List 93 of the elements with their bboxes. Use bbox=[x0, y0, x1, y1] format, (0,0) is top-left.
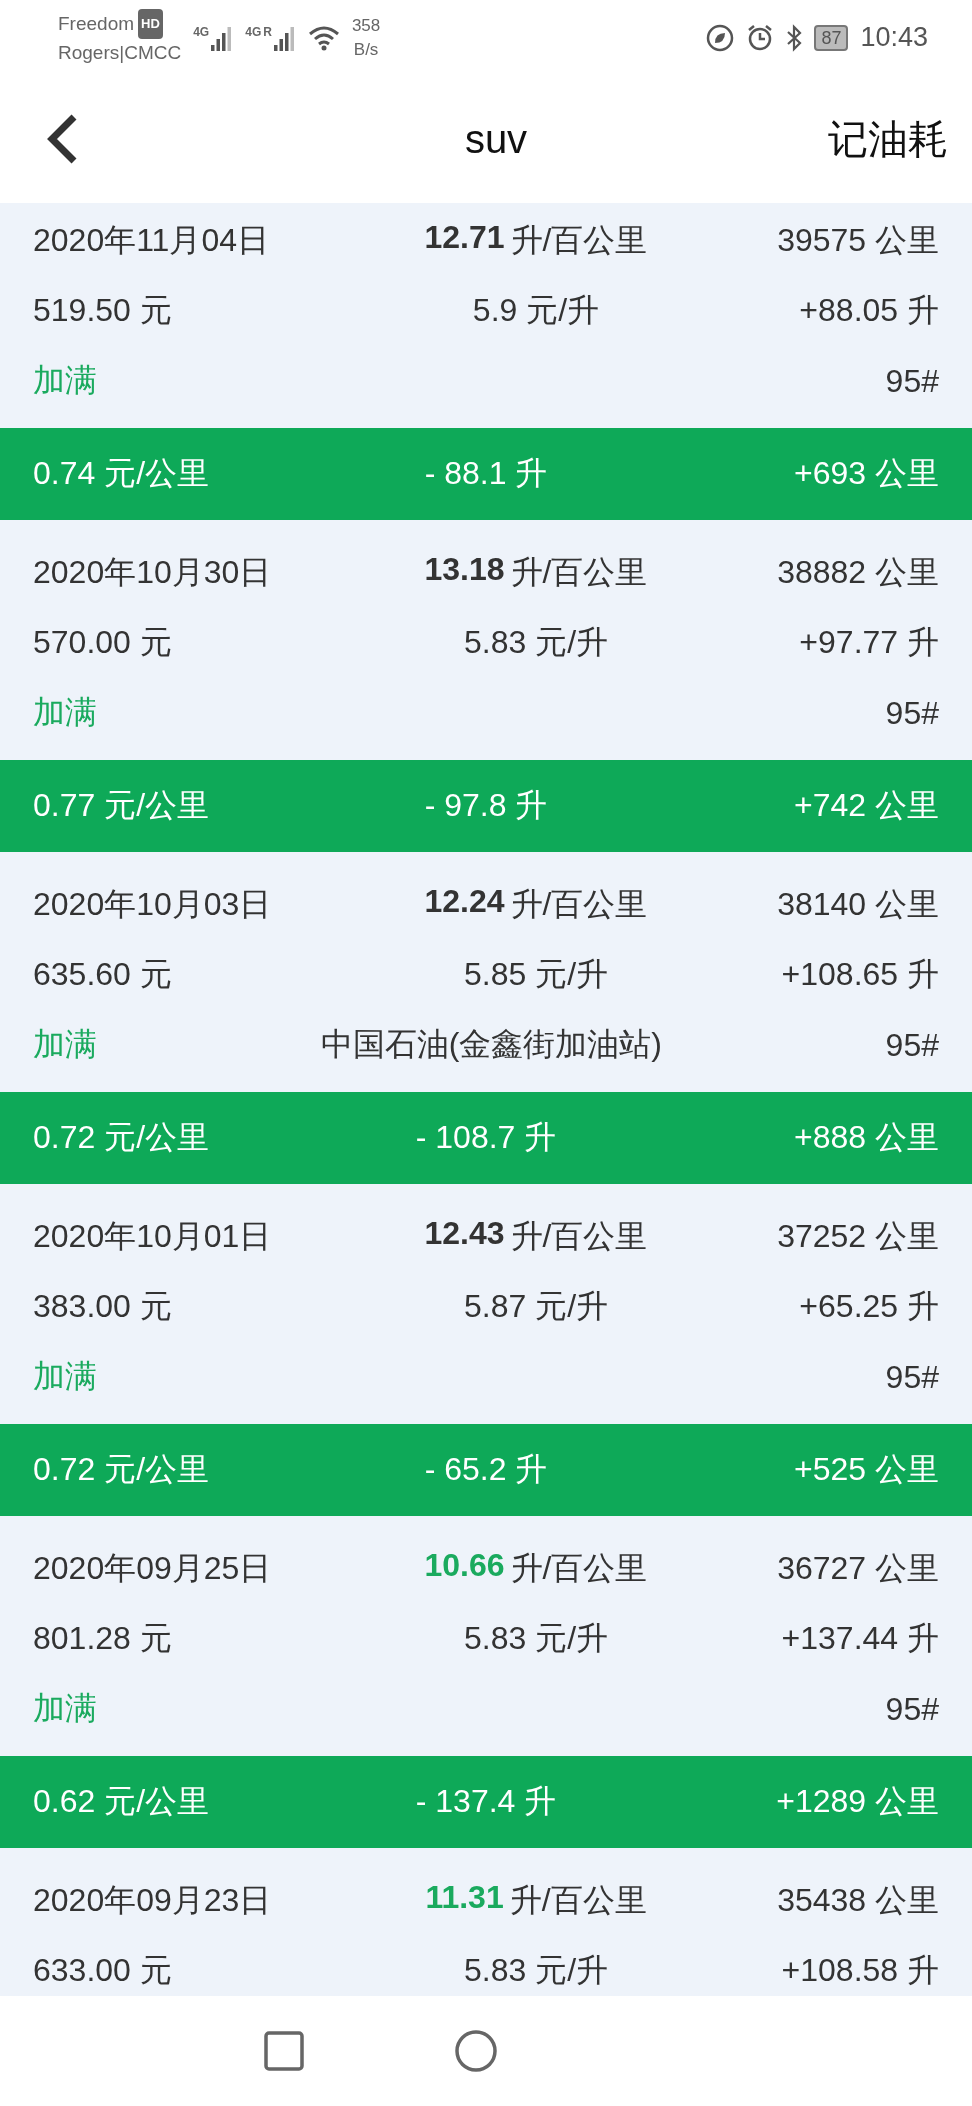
price-text: 5.9 元/升 bbox=[472, 291, 600, 330]
cost-per-km: 0.62 元/公里 bbox=[33, 1782, 210, 1821]
fuel-grade: 95# bbox=[885, 694, 939, 732]
consumption-value: 10.66 bbox=[424, 1547, 505, 1585]
distance-text: +525 公里 bbox=[794, 1450, 939, 1489]
consumption-unit: 升/百公里 bbox=[510, 885, 648, 924]
clock-time: 10:43 bbox=[860, 22, 928, 53]
bluetooth-icon bbox=[786, 23, 803, 52]
hd-badge: HD bbox=[138, 8, 163, 39]
record-date: 2020年10月30日 bbox=[33, 553, 272, 592]
fuel-used: - 88.1 升 bbox=[424, 454, 548, 493]
record-card[interactable]: 2020年10月03日 12.24 升/百公里 38140 公里 635.60 元 5.85 元/升 +108.65 升 加满 中国石油(金鑫街加油站) 95# bbox=[0, 852, 972, 1092]
distance-text: +1289 公里 bbox=[776, 1782, 939, 1821]
consumption-unit: 升/百公里 bbox=[509, 1881, 647, 1920]
consumption-value: 12.71 bbox=[424, 219, 505, 257]
distance-text: +888 公里 bbox=[794, 1118, 939, 1157]
consumption-value: 13.18 bbox=[424, 551, 505, 589]
volume-text: +137.44 升 bbox=[781, 1619, 939, 1658]
fuel-used: - 65.2 升 bbox=[424, 1450, 548, 1489]
cost-per-km: 0.72 元/公里 bbox=[33, 1450, 210, 1489]
price-text: 5.83 元/升 bbox=[463, 623, 609, 662]
odometer-text: 36727 公里 bbox=[777, 1549, 939, 1588]
price-text: 5.83 元/升 bbox=[463, 1619, 609, 1658]
fuel-grade: 95# bbox=[885, 362, 939, 400]
fill-label: 加满 bbox=[33, 1357, 97, 1396]
battery-level: 87 bbox=[814, 24, 849, 51]
odometer-text: 37252 公里 bbox=[777, 1217, 939, 1256]
record-card[interactable]: 2020年10月01日 12.43 升/百公里 37252 公里 383.00 元 5.87 元/升 +65.25 升 加满 95# bbox=[0, 1184, 972, 1424]
consumption-value: 12.43 bbox=[424, 1215, 505, 1253]
cost-per-km: 0.77 元/公里 bbox=[33, 786, 210, 825]
fuel-used: - 137.4 升 bbox=[415, 1782, 557, 1821]
carrier-name: Freedom bbox=[58, 11, 135, 36]
fuel-used: - 97.8 升 bbox=[424, 786, 548, 825]
record-date: 2020年10月03日 bbox=[33, 885, 272, 924]
signal-icon bbox=[211, 24, 234, 51]
odometer-text: 38882 公里 bbox=[777, 553, 939, 592]
record-card[interactable]: 2020年10月30日 13.18 升/百公里 38882 公里 570.00 元 5.83 元/升 +97.77 升 加满 95# bbox=[0, 520, 972, 760]
consumption-unit: 升/百公里 bbox=[510, 221, 648, 260]
consumption-unit: 升/百公里 bbox=[510, 553, 648, 592]
record-date: 2020年11月04日 bbox=[33, 221, 269, 260]
price-text: 5.87 元/升 bbox=[463, 1287, 609, 1326]
cost-text: 570.00 元 bbox=[33, 623, 172, 662]
consumption-value: 12.24 bbox=[424, 883, 505, 921]
cost-text: 383.00 元 bbox=[33, 1287, 172, 1326]
consumption-unit: 升/百公里 bbox=[510, 1549, 648, 1588]
network-label: 4G bbox=[193, 24, 210, 39]
volume-text: +65.25 升 bbox=[799, 1287, 939, 1326]
leaf-icon bbox=[706, 23, 735, 52]
record-date: 2020年09月23日 bbox=[33, 1881, 272, 1920]
record-card[interactable]: 2020年11月04日 12.71 升/百公里 39575 公里 519.50 元 5.9 元/升 +88.05 升 加满 95# bbox=[0, 203, 972, 428]
price-text: 5.85 元/升 bbox=[463, 955, 609, 994]
fill-label: 加满 bbox=[33, 1689, 97, 1728]
price-text: 5.83 元/升 bbox=[463, 1951, 609, 1990]
record-date: 2020年09月25日 bbox=[33, 1549, 272, 1588]
volume-text: +108.58 升 bbox=[781, 1951, 939, 1990]
recents-button[interactable] bbox=[264, 2031, 304, 2071]
network-label: 4G bbox=[245, 24, 262, 39]
cost-text: 801.28 元 bbox=[33, 1619, 172, 1658]
speed-value: 358 bbox=[351, 14, 381, 37]
record-fuel-link[interactable]: 记油耗 bbox=[828, 111, 948, 167]
cost-text: 635.60 元 bbox=[33, 955, 172, 994]
signal-icon bbox=[273, 24, 296, 51]
fill-label: 加满 bbox=[33, 1025, 97, 1064]
consumption-unit: 升/百公里 bbox=[510, 1217, 648, 1256]
volume-text: +97.77 升 bbox=[799, 623, 939, 662]
odometer-text: 38140 公里 bbox=[777, 885, 939, 924]
fill-label: 加满 bbox=[33, 693, 97, 732]
cost-text: 519.50 元 bbox=[33, 291, 172, 330]
volume-text: +88.05 升 bbox=[799, 291, 939, 330]
record-date: 2020年10月01日 bbox=[33, 1217, 272, 1256]
station-name: 中国石油(金鑫街加油站) bbox=[320, 1025, 662, 1064]
fuel-grade: 95# bbox=[885, 1690, 939, 1728]
speed-unit: B/s bbox=[353, 38, 379, 61]
odometer-text: 35438 公里 bbox=[777, 1881, 939, 1920]
cost-text: 633.00 元 bbox=[33, 1951, 172, 1990]
consumption-value: 11.31 bbox=[425, 1879, 504, 1917]
distance-text: +742 公里 bbox=[794, 786, 939, 825]
page-title: suv bbox=[464, 116, 528, 162]
volume-text: +108.65 升 bbox=[781, 955, 939, 994]
fuel-used: - 108.7 升 bbox=[415, 1118, 557, 1157]
record-card[interactable]: 2020年09月23日 11.31 升/百公里 35438 公里 633.00 元 5.83 元/升 +108.58 升 bbox=[0, 1848, 972, 1996]
carrier-name: Rogers|CMCC bbox=[58, 40, 182, 65]
record-card[interactable]: 2020年09月25日 10.66 升/百公里 36727 公里 801.28 元 5.83 元/升 +137.44 升 加满 95# bbox=[0, 1516, 972, 1756]
fuel-grade: 95# bbox=[885, 1026, 939, 1064]
wifi-icon bbox=[307, 24, 340, 51]
cost-per-km: 0.74 元/公里 bbox=[33, 454, 210, 493]
distance-text: +693 公里 bbox=[794, 454, 939, 493]
roaming-label: R bbox=[263, 24, 272, 39]
fuel-grade: 95# bbox=[885, 1358, 939, 1396]
odometer-text: 39575 公里 bbox=[777, 221, 939, 260]
cost-per-km: 0.72 元/公里 bbox=[33, 1118, 210, 1157]
home-button[interactable] bbox=[454, 2029, 498, 2073]
fill-label: 加满 bbox=[33, 361, 97, 400]
